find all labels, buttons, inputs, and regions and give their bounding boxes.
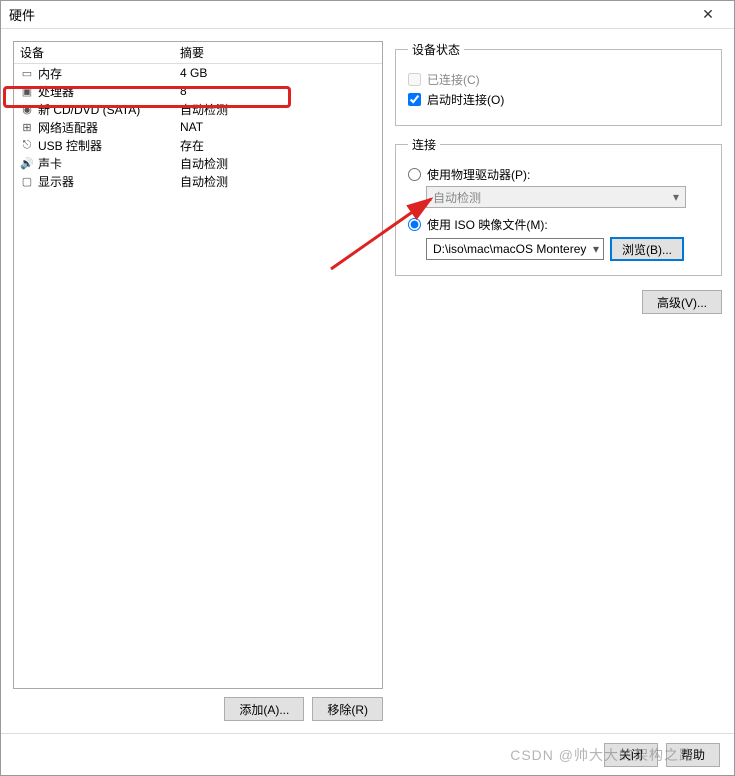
- device-name: 新 CD/DVD (SATA): [38, 101, 140, 118]
- device-name: 显示器: [38, 173, 74, 190]
- usb-icon: ⎋: [20, 138, 34, 152]
- table-row[interactable]: ◉ 新 CD/DVD (SATA) 自动检测: [14, 100, 382, 118]
- network-icon: ⊞: [20, 120, 34, 134]
- cd-icon: ◉: [20, 102, 34, 116]
- cpu-icon: ▣: [20, 84, 34, 98]
- header-summary[interactable]: 摘要: [174, 44, 382, 61]
- header-device[interactable]: 设备: [14, 44, 174, 61]
- device-summary: 4 GB: [174, 66, 382, 80]
- advanced-button[interactable]: 高级(V)...: [642, 290, 722, 314]
- device-name: 内存: [38, 65, 62, 82]
- connection-group: 连接 使用物理驱动器(P): 自动检测 使用 ISO 映像文件(M): D:\i…: [395, 136, 722, 276]
- device-summary: 自动检测: [174, 155, 382, 172]
- connect-on-start-checkbox[interactable]: [408, 93, 421, 106]
- memory-icon: ▭: [20, 66, 34, 80]
- remove-button[interactable]: 移除(R): [312, 697, 383, 721]
- close-button[interactable]: 关闭: [604, 743, 658, 767]
- titlebar: 硬件 ✕: [1, 1, 734, 29]
- iso-file-label[interactable]: 使用 ISO 映像文件(M):: [427, 216, 548, 233]
- iso-file-radio[interactable]: [408, 218, 421, 231]
- physical-drive-radio[interactable]: [408, 168, 421, 181]
- connected-label: 已连接(C): [427, 71, 480, 88]
- table-row[interactable]: ▢ 显示器 自动检测: [14, 172, 382, 190]
- iso-file-value: D:\iso\mac\macOS Monterey: [433, 242, 586, 256]
- table-row[interactable]: ⎋ USB 控制器 存在: [14, 136, 382, 154]
- hardware-dialog: 硬件 ✕ 设备 摘要 ▭内存 4 GB ▣处理器 8 ◉新 CD/DVD (: [0, 0, 735, 776]
- display-icon: ▢: [20, 174, 34, 188]
- left-buttons: 添加(A)... 移除(R): [13, 697, 383, 721]
- physical-drive-value: 自动检测: [433, 189, 481, 206]
- device-name: USB 控制器: [38, 137, 102, 154]
- device-status-group: 设备状态 已连接(C) 启动时连接(O): [395, 41, 722, 126]
- device-summary: 存在: [174, 137, 382, 154]
- connected-checkbox: [408, 73, 421, 86]
- browse-button[interactable]: 浏览(B)...: [610, 237, 684, 261]
- dialog-body: 设备 摘要 ▭ 内存 4 GB ▣ 处理器 8 ◉ 新 CD/DVD (SATA) 自…: [1, 29, 734, 733]
- device-summary: 自动检测: [174, 173, 382, 190]
- table-row[interactable]: 🔊 声卡 自动检测: [14, 154, 382, 172]
- device-summary: 自动检测: [174, 101, 382, 118]
- table-row[interactable]: ⊞ 网络适配器 NAT: [14, 118, 382, 136]
- sound-icon: 🔊: [20, 156, 34, 170]
- dialog-title: 硬件: [9, 5, 35, 24]
- physical-drive-select: 自动检测: [426, 186, 686, 208]
- table-row[interactable]: ▭ 内存 4 GB: [14, 64, 382, 82]
- connect-on-start-label[interactable]: 启动时连接(O): [427, 91, 504, 108]
- table-header: 设备 摘要: [14, 42, 382, 64]
- device-name: 处理器: [38, 83, 74, 100]
- table-row[interactable]: ▣ 处理器 8: [14, 82, 382, 100]
- help-button[interactable]: 帮助: [666, 743, 720, 767]
- device-name: 网络适配器: [38, 119, 98, 136]
- physical-drive-label[interactable]: 使用物理驱动器(P):: [427, 166, 530, 183]
- device-table: 设备 摘要 ▭ 内存 4 GB ▣ 处理器 8 ◉ 新 CD/DVD (SATA) 自…: [13, 41, 383, 689]
- device-name: 声卡: [38, 155, 62, 172]
- close-icon[interactable]: ✕: [690, 4, 726, 26]
- device-summary: NAT: [174, 120, 382, 134]
- iso-file-input[interactable]: D:\iso\mac\macOS Monterey: [426, 238, 604, 260]
- status-legend: 设备状态: [408, 41, 464, 58]
- right-panel: 设备状态 已连接(C) 启动时连接(O) 连接 使用物理驱动器(P): 自动检测: [395, 41, 722, 721]
- left-panel: 设备 摘要 ▭ 内存 4 GB ▣ 处理器 8 ◉ 新 CD/DVD (SATA) 自…: [13, 41, 383, 721]
- dialog-footer: 关闭 帮助 CSDN @帅大大的架构之路: [1, 733, 734, 775]
- device-summary: 8: [174, 84, 382, 98]
- connection-legend: 连接: [408, 136, 440, 153]
- add-button[interactable]: 添加(A)...: [224, 697, 304, 721]
